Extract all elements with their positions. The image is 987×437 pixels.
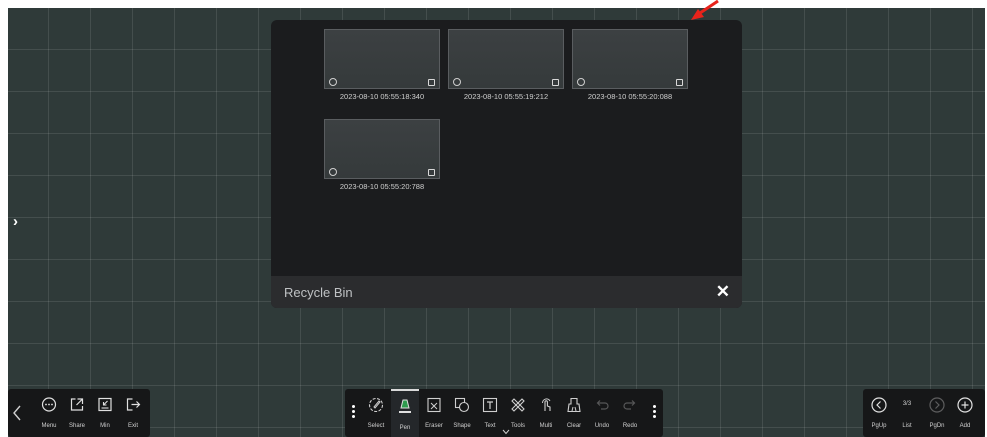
chevron-down-icon[interactable]: [502, 429, 510, 435]
menu-circle-icon: [41, 397, 57, 412]
pen-tool-button[interactable]: Pen: [391, 389, 419, 437]
exit-icon: [126, 398, 141, 411]
recycle-item-thumbnail[interactable]: [572, 29, 688, 89]
eraser-icon: [427, 397, 441, 413]
close-button[interactable]: ✕: [716, 282, 730, 302]
exit-label: Exit: [127, 423, 138, 429]
restore-icon[interactable]: [453, 78, 461, 86]
collapse-toolbar-icon[interactable]: [11, 403, 23, 423]
annotation-arrow-icon: [691, 0, 719, 20]
multi-label: Multi: [539, 423, 553, 429]
select-icon: [368, 397, 384, 413]
page-down-button[interactable]: PgDn: [923, 389, 951, 437]
clear-icon: [567, 397, 581, 413]
restore-icon[interactable]: [329, 78, 337, 86]
add-page-button[interactable]: Add: [951, 389, 979, 437]
recycle-item-timestamp: 2023-08-10 05:55:19:212: [463, 92, 549, 101]
recycle-item-thumbnail[interactable]: [324, 29, 440, 89]
min-label: Min: [100, 423, 110, 429]
menu-label: Menu: [41, 423, 57, 429]
shape-label: Shape: [453, 423, 471, 429]
page-up-icon: [871, 397, 887, 413]
minimize-button[interactable]: Min: [91, 389, 119, 437]
page-up-button[interactable]: PgUp: [865, 389, 893, 437]
clear-label: Clear: [566, 423, 582, 429]
select-label: Select: [367, 423, 385, 429]
page-down-icon: [929, 397, 945, 413]
undo-label: Undo: [594, 423, 610, 429]
add-label: Add: [959, 423, 971, 429]
page-indicator: 3/3: [902, 401, 912, 407]
recycle-item[interactable]: 2023-08-10 05:55:19:212: [448, 29, 564, 109]
right-toolbar: PgUp 3/3 List PgDn Add: [863, 389, 985, 437]
shape-icon: [454, 397, 470, 413]
text-tool-button[interactable]: Text: [477, 389, 503, 437]
redo-icon: [623, 400, 636, 410]
recycle-item[interactable]: 2023-08-10 05:55:20:088: [572, 29, 688, 109]
menu-button[interactable]: Menu: [35, 389, 63, 437]
recycle-bin-dialog: 2023-08-10 05:55:18:340 2023-08-10 05:55…: [271, 20, 742, 308]
share-button[interactable]: Share: [63, 389, 91, 437]
delete-icon[interactable]: [552, 79, 559, 86]
dialog-title: Recycle Bin: [284, 285, 353, 300]
share-icon: [70, 398, 84, 411]
center-toolbar: Select Pen Eraser Shape Text Tools Multi…: [345, 389, 663, 437]
more-options-left[interactable]: [352, 405, 356, 421]
clear-button[interactable]: Clear: [561, 389, 587, 437]
delete-icon[interactable]: [428, 79, 435, 86]
recycle-item-timestamp: 2023-08-10 05:55:20:788: [339, 182, 425, 191]
redo-button[interactable]: Redo: [617, 389, 643, 437]
text-icon: [482, 397, 498, 413]
redo-label: Redo: [622, 423, 638, 429]
multi-touch-button[interactable]: Multi: [533, 389, 559, 437]
eraser-label: Eraser: [425, 423, 443, 429]
left-toolbar: Menu Share Min Exit: [8, 389, 150, 437]
recycle-item[interactable]: 2023-08-10 05:55:18:340: [324, 29, 440, 109]
recycle-item-thumbnail[interactable]: [324, 119, 440, 179]
add-page-icon: [957, 397, 973, 413]
undo-button[interactable]: Undo: [589, 389, 615, 437]
delete-icon[interactable]: [676, 79, 683, 86]
pen-icon: [399, 399, 411, 413]
exit-button[interactable]: Exit: [119, 389, 147, 437]
tools-icon: [511, 398, 525, 412]
text-label: Text: [484, 423, 496, 429]
pgup-label: PgUp: [871, 423, 887, 429]
recycle-item-thumbnail[interactable]: [448, 29, 564, 89]
minimize-icon: [98, 397, 112, 412]
shape-tool-button[interactable]: Shape: [449, 389, 475, 437]
multi-touch-icon: [541, 398, 551, 411]
recycle-item-timestamp: 2023-08-10 05:55:18:340: [339, 92, 425, 101]
restore-icon[interactable]: [329, 168, 337, 176]
delete-icon[interactable]: [428, 169, 435, 176]
restore-icon[interactable]: [577, 78, 585, 86]
page-list-button[interactable]: 3/3 List: [893, 389, 921, 437]
select-tool-button[interactable]: Select: [363, 389, 389, 437]
recycle-item[interactable]: 2023-08-10 05:55:20:788: [324, 119, 440, 199]
top-edge: [0, 0, 987, 8]
undo-icon: [596, 400, 609, 410]
dialog-footer: Recycle Bin ✕: [271, 276, 742, 308]
share-label: Share: [68, 423, 85, 429]
pgdn-label: PgDn: [929, 423, 945, 429]
recycle-item-timestamp: 2023-08-10 05:55:20:088: [587, 92, 673, 101]
left-edge: [0, 8, 8, 437]
side-panel-toggle[interactable]: ›: [13, 213, 23, 231]
pen-label: Pen: [399, 425, 411, 431]
more-options-right[interactable]: [653, 405, 657, 421]
eraser-tool-button[interactable]: Eraser: [421, 389, 447, 437]
list-label: List: [902, 423, 912, 429]
